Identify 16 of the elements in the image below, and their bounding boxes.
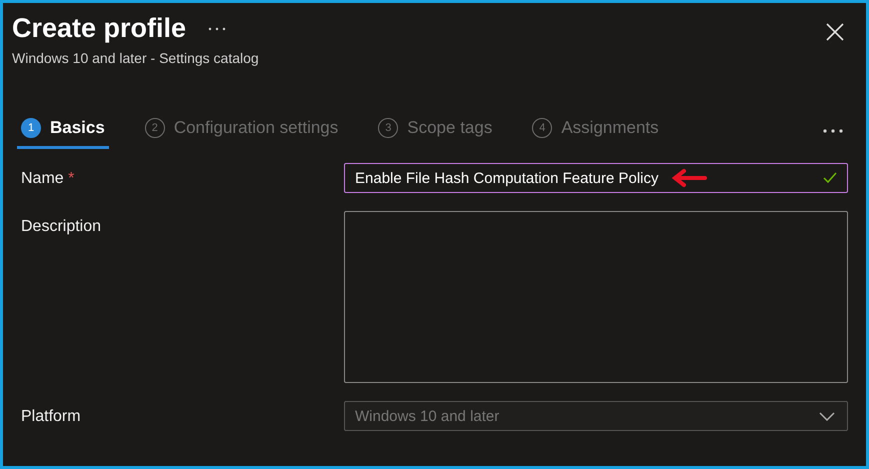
window-subtitle: Windows 10 and later - Settings catalog	[12, 50, 260, 66]
wizard-tab[interactable]: 4 Assignments	[528, 112, 663, 149]
wizard-tab[interactable]: 3 Scope tags	[374, 112, 496, 149]
chevron-down-icon	[819, 412, 835, 420]
more-icon[interactable]	[822, 128, 844, 134]
description-field[interactable]	[344, 211, 848, 383]
field-label: Description	[21, 217, 102, 236]
close-icon[interactable]	[826, 23, 844, 41]
wizard-tab[interactable]: 1 Basics	[17, 112, 109, 149]
window-title: Create profile	[12, 13, 186, 44]
wizard-tab[interactable]: 2 Configuration settings	[140, 112, 342, 149]
field-label: Name *	[21, 169, 76, 188]
checkmark-icon	[823, 172, 837, 184]
name-field[interactable]: Enable File Hash Computation Feature Policy	[344, 163, 848, 193]
more-icon[interactable]	[208, 26, 226, 30]
field-label: Platform	[21, 407, 82, 426]
